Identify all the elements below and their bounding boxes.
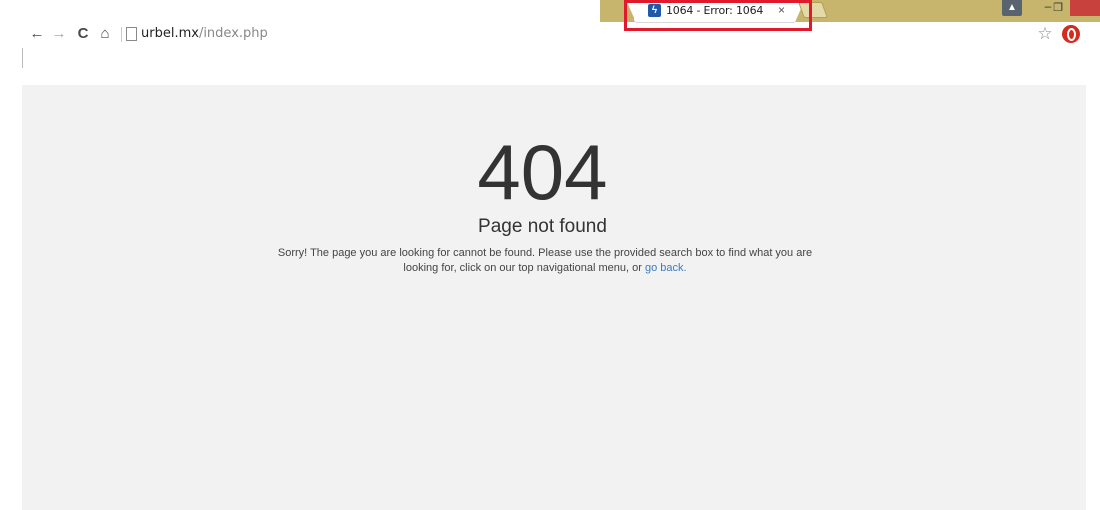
url-host: urbel.mx — [141, 26, 199, 41]
back-arrow-icon[interactable]: ← — [28, 24, 46, 44]
error-code: 404 — [477, 128, 608, 216]
error-message-text: Sorry! The page you are looking for cann… — [277, 247, 813, 274]
page-icon[interactable] — [126, 27, 137, 41]
page-edge-line — [22, 48, 23, 68]
browser-window: ϟ 1064 - Error: 1064 × ▲ – ❐ ← → C ⌂ urb… — [0, 0, 1100, 510]
opera-extension-icon[interactable] — [1062, 25, 1080, 43]
error-message: Sorry! The page you are looking for cann… — [265, 246, 825, 276]
user-icon[interactable]: ▲ — [1002, 0, 1022, 16]
url-path: /index.php — [198, 26, 268, 41]
reload-icon[interactable]: C — [74, 24, 92, 44]
address-bar[interactable]: urbel.mx/index.php — [141, 26, 268, 42]
close-window-icon[interactable] — [1070, 0, 1100, 16]
home-icon[interactable]: ⌂ — [96, 24, 114, 44]
star-icon[interactable]: ☆ — [1036, 24, 1054, 44]
go-back-link[interactable]: go back. — [645, 262, 687, 274]
forward-arrow-icon[interactable]: → — [50, 24, 68, 44]
omnibox-divider — [121, 27, 122, 42]
restore-icon[interactable]: ❐ — [1050, 0, 1066, 16]
page-title: Page not found — [478, 216, 607, 237]
